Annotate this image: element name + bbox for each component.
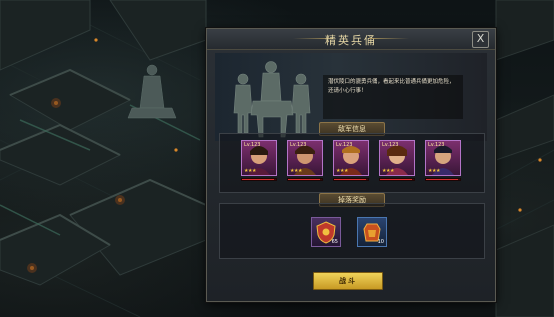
enemy-hp-bar (241, 178, 277, 181)
enemy-card-4[interactable]: Lv.123 ★★★ (379, 140, 415, 186)
general-portrait-1: Lv.123 ★★★ (241, 140, 277, 176)
enemy-level: Lv.123 (428, 142, 445, 148)
reward-quantity: 10 (377, 239, 384, 245)
reward-list: 65 10 (311, 217, 401, 249)
enemy-card-5[interactable]: Lv.123 ★★★ (425, 140, 461, 186)
enemy-hp-bar (333, 178, 369, 181)
star-rating: ★★★ (244, 168, 256, 174)
star-rating: ★★★ (290, 168, 302, 174)
reward-item-2[interactable]: 10 (357, 217, 387, 247)
reward-item-1[interactable]: 65 (311, 217, 341, 247)
dialog-title: 精英兵俑 (325, 34, 377, 47)
general-portrait-4: Lv.123 ★★★ (379, 140, 415, 176)
enemy-intro-text: 潜伏陵口的骁勇兵俑，看起来比普通兵俑更加危险，还请小心行事！ (323, 75, 463, 119)
close-icon: X (476, 32, 485, 45)
enemy-card-1[interactable]: Lv.123 ★★★ (241, 140, 277, 186)
enemy-level: Lv.123 (244, 142, 261, 148)
battle-button[interactable]: 战斗 (313, 272, 383, 290)
close-button[interactable]: X (472, 31, 489, 48)
enemy-hp-bar (425, 178, 461, 181)
enemy-hp-bar (287, 178, 323, 181)
enemy-card-2[interactable]: Lv.123 ★★★ (287, 140, 323, 186)
terracotta-warriors-illustration (233, 61, 311, 138)
enemy-level: Lv.123 (290, 142, 307, 148)
general-portrait-2: Lv.123 ★★★ (287, 140, 323, 176)
enemy-level: Lv.123 (382, 142, 399, 148)
enemy-card-3[interactable]: Lv.123 ★★★ (333, 140, 369, 186)
title-ornament-right (369, 38, 409, 39)
enemy-list: Lv.123 ★★★ Lv.123 ★★★ Lv.123 ★★★ Lv.123 … (241, 140, 461, 190)
enemy-hp-bar (379, 178, 415, 181)
general-portrait-3: Lv.123 ★★★ (333, 140, 369, 176)
star-rating: ★★★ (336, 168, 348, 174)
dialog-titlebar: 精英兵俑 X (207, 29, 495, 50)
reward-quantity: 65 (331, 239, 338, 245)
elite-terracotta-dialog: 精英兵俑 X 潜伏陵口的骁勇兵俑，看起来比普通兵俑更加危险，还请小心行事！ 敌军… (206, 28, 496, 302)
star-rating: ★★★ (428, 168, 440, 174)
enemy-level: Lv.123 (336, 142, 353, 148)
general-portrait-5: Lv.123 ★★★ (425, 140, 461, 176)
star-rating: ★★★ (382, 168, 394, 174)
